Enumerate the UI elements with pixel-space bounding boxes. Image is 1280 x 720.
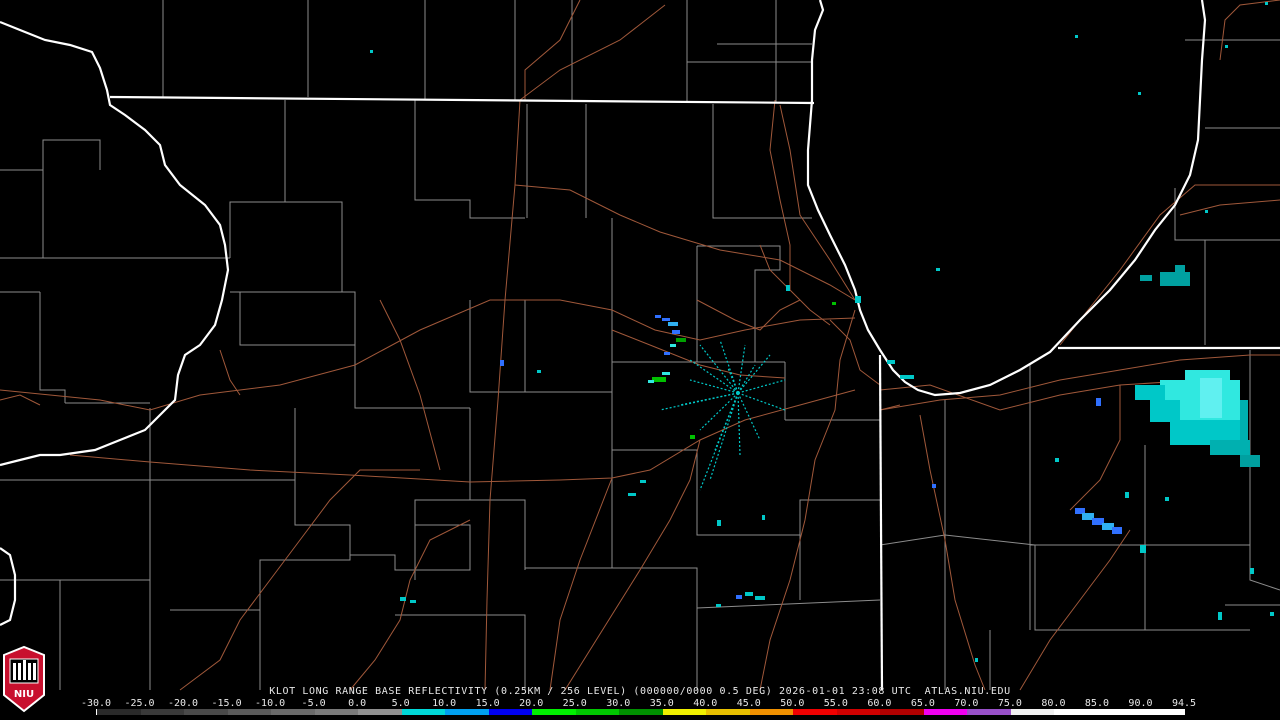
scale-tick-label: 80.0 xyxy=(1041,698,1066,709)
scale-tick-label: 20.0 xyxy=(519,698,544,709)
scale-swatch xyxy=(1097,709,1142,715)
scale-tick-label: 10.0 xyxy=(432,698,457,709)
scale-swatch xyxy=(1141,709,1185,715)
scale-tick-label: -25.0 xyxy=(124,698,155,709)
scale-swatch xyxy=(314,709,359,715)
scale-swatch xyxy=(184,709,228,715)
scale-swatch xyxy=(445,709,489,715)
scale-tick-label: 70.0 xyxy=(954,698,979,709)
scale-swatch xyxy=(619,709,663,715)
scale-tick-label: 55.0 xyxy=(823,698,848,709)
scale-swatch xyxy=(140,709,185,715)
scale-swatch xyxy=(1054,709,1098,715)
scale-tick-label: 15.0 xyxy=(475,698,500,709)
scale-swatch xyxy=(401,709,446,715)
scale-tick-label: 25.0 xyxy=(562,698,587,709)
scale-tick-label: -10.0 xyxy=(255,698,286,709)
scale-tick-label: 85.0 xyxy=(1084,698,1109,709)
scale-swatch xyxy=(706,709,750,715)
scale-tick-label: 65.0 xyxy=(910,698,935,709)
scale-swatch xyxy=(97,709,141,715)
scale-swatch xyxy=(923,709,968,715)
scale-tick-label: 40.0 xyxy=(693,698,718,709)
scale-tick-label: 5.0 xyxy=(391,698,410,709)
scale-swatch xyxy=(532,709,576,715)
scale-tick-label: -5.0 xyxy=(301,698,326,709)
product-caption: KLOT LONG RANGE BASE REFLECTIVITY (0.25K… xyxy=(269,686,1011,697)
scale-swatch xyxy=(1010,709,1055,715)
scale-swatch xyxy=(836,709,881,715)
scale-tick-label: -30.0 xyxy=(80,698,112,709)
scale-swatch xyxy=(880,709,924,715)
scale-tick-label: 50.0 xyxy=(780,698,805,709)
scale-swatch xyxy=(358,709,402,715)
scale-tick-label: 35.0 xyxy=(649,698,674,709)
scale-tick-label: 75.0 xyxy=(997,698,1022,709)
scale-tick-label: 90.0 xyxy=(1128,698,1153,709)
scale-tick-label: 60.0 xyxy=(867,698,892,709)
scale-swatch xyxy=(575,709,620,715)
color-scale-labels: -30.0 -25.0 -20.0 -15.0 -10.0 -5.0 0.0 5.0 10.0 1… xyxy=(81,698,1196,709)
scale-swatch xyxy=(227,709,272,715)
scale-swatch xyxy=(662,709,707,715)
scale-swatch xyxy=(271,709,315,715)
niu-logo: NIU xyxy=(3,645,45,713)
scale-tick-label: 45.0 xyxy=(736,698,761,709)
scale-tick-label: -15.0 xyxy=(211,698,242,709)
scale-swatch xyxy=(967,709,1011,715)
radar-map xyxy=(0,0,1280,720)
scale-swatch xyxy=(749,709,794,715)
scale-swatch xyxy=(793,709,837,715)
scale-tick-label: 94.5 xyxy=(1171,698,1197,709)
scale-swatch xyxy=(488,709,533,715)
scale-tick-label: 0.0 xyxy=(348,698,367,709)
color-scale-bar xyxy=(96,709,1185,715)
scale-tick-label: 30.0 xyxy=(606,698,631,709)
scale-tick-label: -20.0 xyxy=(167,698,199,709)
